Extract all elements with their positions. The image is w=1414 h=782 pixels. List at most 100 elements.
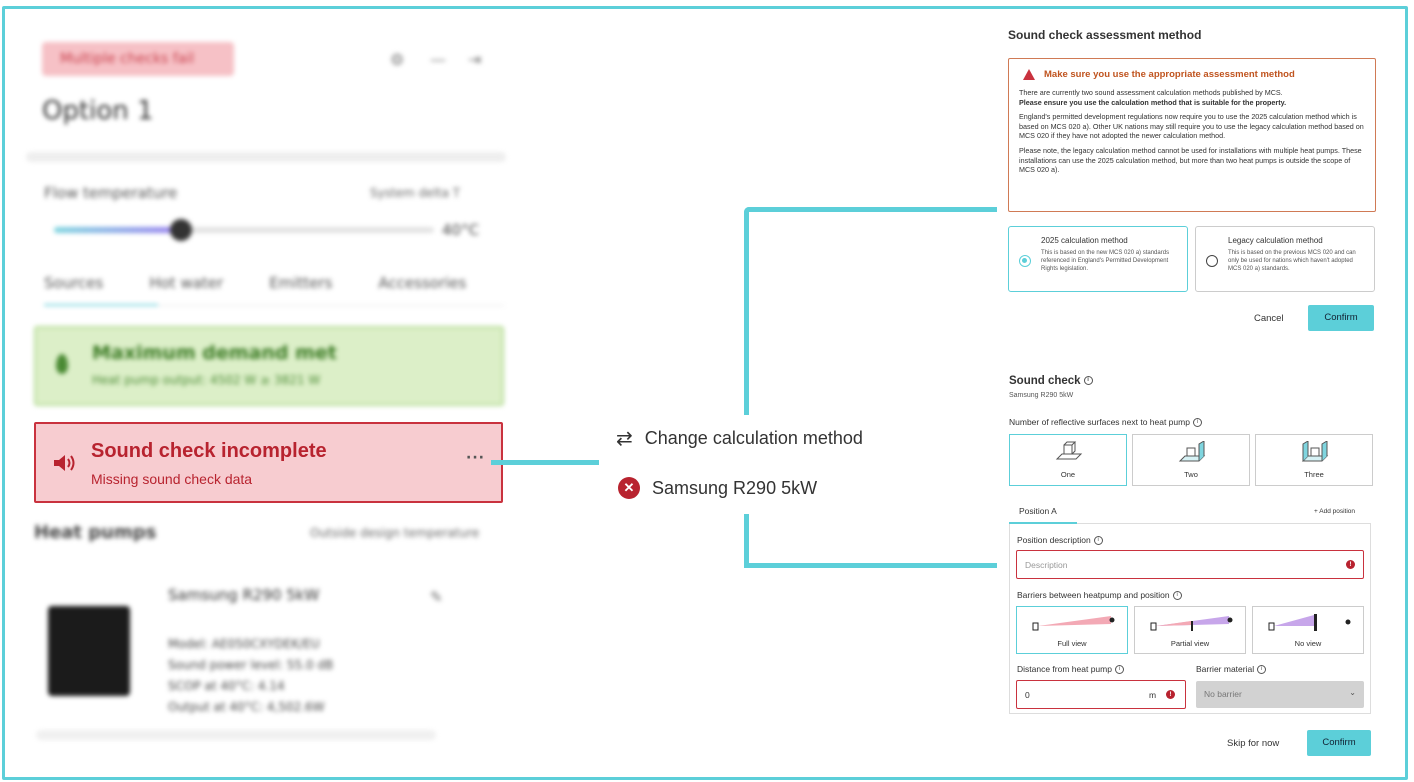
confirm-button[interactable]: Confirm — [1307, 730, 1371, 756]
connector-line — [744, 207, 749, 415]
barrier-option-label: Full view — [1057, 639, 1087, 648]
option-tabs: Sources Hot water Emitters Accessories — [44, 274, 504, 292]
divider — [26, 152, 506, 162]
maximum-demand-card[interactable]: Maximum demand met Heat pump output: 450… — [34, 326, 504, 406]
method-option-legacy[interactable]: Legacy calculation method This is based … — [1195, 226, 1375, 292]
distance-unit: m — [1149, 690, 1157, 700]
surfaces-option-label: One — [1060, 470, 1076, 479]
sound-check-incomplete-card[interactable]: Sound check incomplete Missing sound che… — [34, 422, 503, 503]
barrier-option-label: Partial view — [1170, 639, 1210, 648]
barrier-material-select[interactable]: No barrier ⌄ — [1196, 681, 1364, 708]
warning-paragraph: Please note, the legacy calculation meth… — [1019, 145, 1362, 175]
barriers-label-text: Barriers between heatpump and position — [1017, 590, 1170, 600]
info-icon[interactable]: i — [1114, 665, 1124, 675]
surfaces-option-two[interactable]: Two — [1132, 434, 1250, 486]
info-icon[interactable]: i — [1257, 665, 1267, 675]
method-title: Legacy calculation method — [1228, 236, 1323, 245]
reflective-surfaces-label-text: Number of reflective surfaces next to he… — [1009, 417, 1190, 427]
warning-paragraph: There are currently two sound assessment… — [1019, 88, 1365, 107]
warning-text-bold: Please ensure you use the calculation me… — [1019, 97, 1287, 107]
sound-check-subtitle: Missing sound check data — [91, 471, 253, 487]
info-icon[interactable]: i — [1172, 591, 1182, 601]
tab-accessories[interactable]: Accessories — [378, 274, 466, 292]
distance-label: Distance from heat pump i — [1017, 664, 1124, 675]
heat-pump-scop: SCOP at 40°C: 4.14 — [168, 679, 285, 693]
more-options-icon[interactable]: ··· — [466, 450, 485, 466]
edit-icon[interactable]: ✎ — [430, 588, 443, 606]
barrier-option-label: No view — [1294, 639, 1322, 648]
sound-check-title: Sound check incomplete — [91, 440, 327, 462]
info-icon[interactable]: i — [1192, 418, 1202, 428]
surfaces-option-three[interactable]: Three — [1255, 434, 1373, 486]
distance-input[interactable]: 0 — [1016, 680, 1186, 709]
barrier-option-no-view[interactable]: No view — [1252, 606, 1364, 654]
position-description-input[interactable]: Description — [1016, 550, 1364, 579]
tab-position-a[interactable]: Position A — [1019, 506, 1057, 516]
heat-pumps-title: Heat pumps — [34, 522, 157, 543]
three-surfaces-icon — [1301, 441, 1329, 462]
chevron-down-icon: ⌄ — [1349, 688, 1356, 697]
heat-pump-specs: Model: AE050CXYDEK/EU Sound power level:… — [168, 634, 333, 718]
add-position-button[interactable]: + Add position — [1314, 508, 1355, 515]
method-option-2025[interactable]: 2025 calculation method This is based on… — [1008, 226, 1188, 292]
info-icon[interactable]: i — [1083, 376, 1093, 386]
demand-subtitle: Heat pump output: 4502 W ≥ 3821 W — [92, 373, 321, 387]
warning-header: Make sure you use the appropriate assess… — [1023, 69, 1365, 80]
warning-paragraph: England's permitted development regulati… — [1019, 112, 1364, 141]
drop-icon — [56, 354, 68, 374]
tab-hot-water[interactable]: Hot water — [149, 274, 223, 292]
no-view-icon — [1268, 614, 1351, 631]
barrier-material-label-text: Barrier material — [1196, 664, 1255, 674]
tab-sources[interactable]: Sources — [44, 274, 103, 292]
change-calculation-method-label: Change calculation method — [644, 428, 863, 448]
sound-check-title-text: Sound check — [1009, 375, 1081, 387]
method-description: This is based on the previous MCS 020 an… — [1228, 250, 1356, 272]
warning-text: There are currently two sound assessment… — [1019, 88, 1283, 97]
system-delta-link[interactable]: System delta T — [370, 186, 460, 200]
heat-pump-error-item[interactable]: ✕ Samsung R290 5kW — [618, 477, 817, 499]
skip-for-now-button[interactable]: Skip for now — [1227, 738, 1279, 749]
info-icon[interactable]: i — [1093, 536, 1103, 546]
partial-view-icon — [1150, 616, 1233, 631]
settings-icon[interactable]: ⚙ — [390, 50, 404, 69]
position-description-label: Position description i — [1017, 535, 1103, 546]
flow-temperature-label: Flow temperature — [44, 184, 178, 202]
distance-label-text: Distance from heat pump — [1017, 664, 1112, 674]
swap-arrows-icon: ⇄ — [616, 428, 633, 450]
surfaces-option-label: Two — [1184, 470, 1198, 479]
outside-design-temperature-link[interactable]: Outside design temperature — [310, 526, 479, 540]
error-x-icon: ✕ — [618, 477, 640, 499]
option-panel: Multiple checks fail ⚙ — ⇥ Option 1 Flow… — [20, 28, 520, 763]
warning-title: Make sure you use the appropriate assess… — [1044, 69, 1295, 80]
error-icon: ! — [1346, 560, 1355, 569]
warning-icon — [1023, 69, 1035, 80]
cancel-button[interactable]: Cancel — [1254, 313, 1284, 324]
reflective-surfaces-label: Number of reflective surfaces next to he… — [1009, 417, 1202, 428]
minimize-icon[interactable]: — — [430, 50, 446, 69]
full-view-icon — [1032, 616, 1115, 631]
demand-title: Maximum demand met — [92, 342, 337, 364]
confirm-button[interactable]: Confirm — [1308, 305, 1374, 331]
position-description-label-text: Position description — [1017, 535, 1091, 545]
one-surface-icon — [1055, 441, 1083, 460]
change-calculation-method-action[interactable]: ⇄ Change calculation method — [616, 426, 863, 451]
assessment-modal-title: Sound check assessment method — [1008, 28, 1202, 42]
radio-unselected[interactable] — [1206, 255, 1218, 267]
barrier-material-label: Barrier material i — [1196, 664, 1267, 675]
barrier-option-full-view[interactable]: Full view — [1016, 606, 1128, 654]
connector-line — [744, 207, 997, 212]
option-title: Option 1 — [42, 96, 154, 126]
divider — [36, 730, 436, 740]
connector-line — [744, 563, 997, 568]
multiple-checks-fail-badge: Multiple checks fail — [42, 42, 234, 76]
collapse-icon[interactable]: ⇥ — [468, 50, 481, 69]
sound-check-modal-subtitle: Samsung R290 5kW — [1009, 392, 1074, 399]
barrier-option-partial-view[interactable]: Partial view — [1134, 606, 1246, 654]
flow-temperature-slider-fill — [54, 227, 182, 233]
heat-pump-model: Model: AE050CXYDEK/EU — [168, 637, 320, 651]
method-description: This is based on the new MCS 020 a) stan… — [1041, 250, 1170, 272]
tab-emitters[interactable]: Emitters — [269, 274, 332, 292]
radio-selected[interactable] — [1019, 255, 1031, 267]
surfaces-option-one[interactable]: One — [1009, 434, 1127, 486]
flow-temperature-slider-knob[interactable] — [170, 219, 192, 241]
